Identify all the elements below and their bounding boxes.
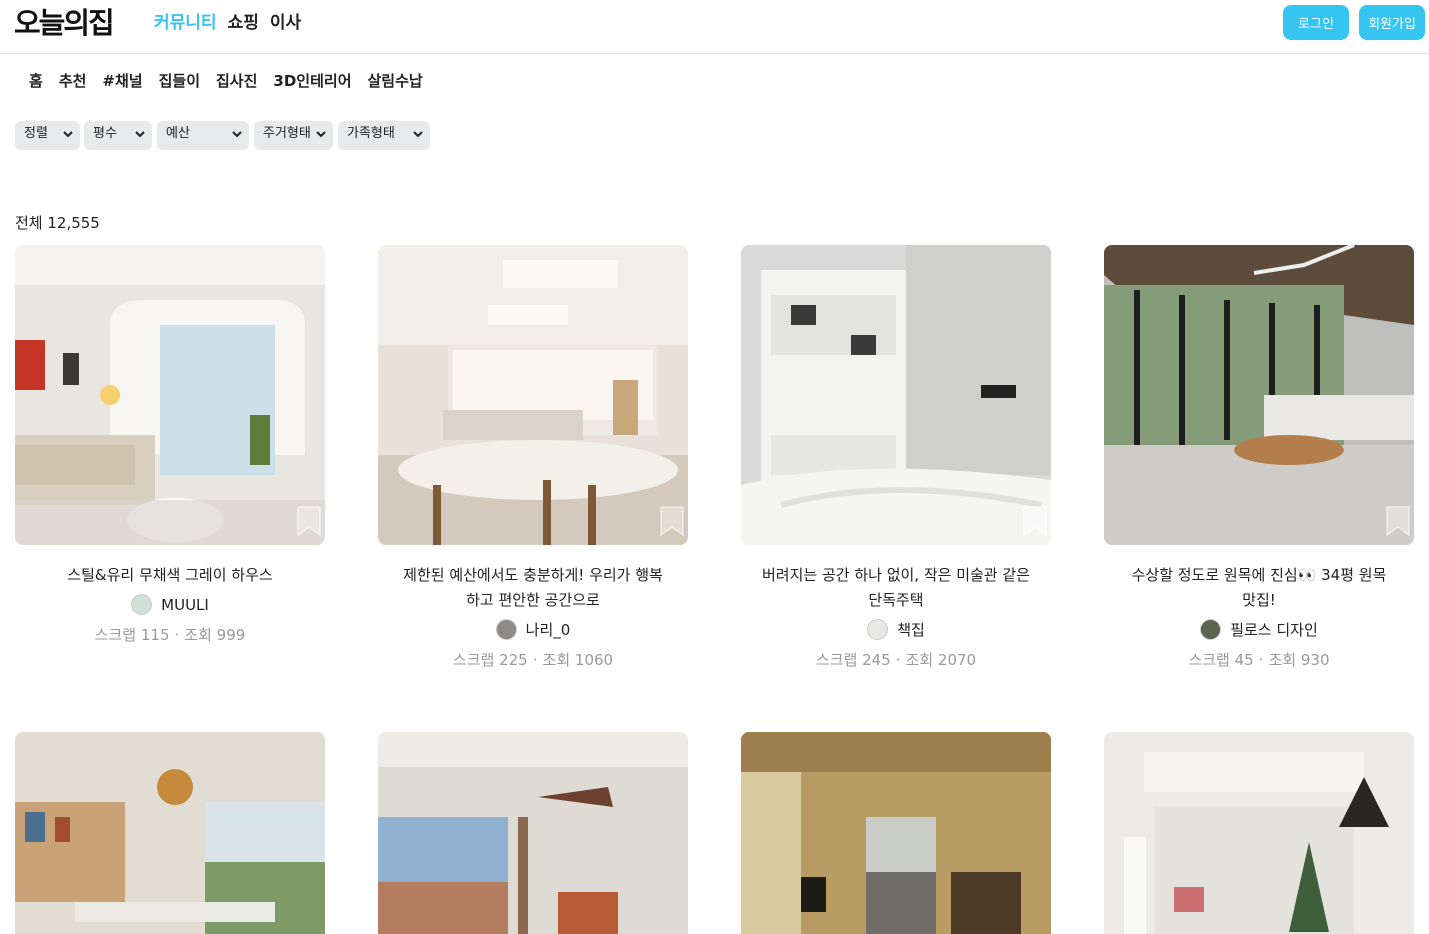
subnav-channel[interactable]: #채널 [102, 70, 142, 92]
avatar [131, 594, 153, 615]
interior-photo [378, 245, 688, 545]
view-count: 2070 [937, 651, 977, 669]
filter-label: 평수 [93, 126, 117, 141]
filter-label: 가족형태 [347, 126, 395, 141]
card-thumbnail[interactable] [378, 245, 688, 545]
interior-photo [741, 245, 1051, 545]
nav-shopping[interactable]: 쇼핑 [228, 11, 259, 35]
card-thumbnail[interactable] [1104, 245, 1414, 545]
scrap-label: 스크랩 [815, 651, 858, 669]
filter-family-type[interactable]: 가족형태 [338, 121, 430, 150]
interior-photo [741, 732, 1051, 934]
interior-photo [1104, 732, 1414, 934]
card-thumbnail[interactable] [378, 732, 688, 934]
interior-photo [15, 245, 325, 545]
total-count: 전체 12,555 [15, 214, 100, 232]
interior-photo [378, 732, 688, 934]
card-title[interactable]: 버려지는 공간 하나 없이, 작은 미술관 같은 단독주택 [741, 563, 1051, 613]
chevron-down-icon [135, 131, 145, 138]
main-nav: 커뮤니티 쇼핑 이사 [154, 11, 301, 35]
project-card[interactable]: 수상할 정도로 원목에 진심👀 34평 원목 맛집! 필로스 디자인 스크랩 4… [1104, 245, 1414, 670]
interior-photo [15, 732, 325, 934]
chevron-down-icon [232, 131, 242, 138]
project-card[interactable] [15, 732, 325, 934]
card-stats: 스크랩 115 · 조회 999 [94, 626, 246, 644]
project-card[interactable]: 스틸&유리 무채색 그레이 하우스 MUULI 스크랩 115 · 조회 999 [15, 245, 325, 645]
bookmark-icon[interactable] [296, 505, 322, 537]
subnav-recommend[interactable]: 추천 [59, 70, 87, 92]
scrap-count: 245 [862, 651, 891, 669]
card-title[interactable]: 스틸&유리 무채색 그레이 하우스 [15, 563, 325, 588]
filter-housing-type[interactable]: 주거형태 [254, 121, 333, 150]
view-count: 930 [1300, 651, 1330, 669]
project-card[interactable] [741, 732, 1051, 934]
card-thumbnail[interactable] [741, 732, 1051, 934]
card-stats: 스크랩 225 · 조회 1060 [452, 651, 614, 669]
nav-community[interactable]: 커뮤니티 [154, 11, 217, 35]
subnav-storage[interactable]: 살림수납 [368, 70, 423, 92]
scrap-count: 115 [140, 626, 170, 644]
signup-button[interactable]: 회원가입 [1359, 5, 1425, 40]
card-thumbnail[interactable] [15, 732, 325, 934]
sub-nav: 홈 추천 #채널 집들이 집사진 3D인테리어 살림수납 [29, 70, 423, 92]
view-label: 조회 [1268, 651, 1297, 669]
interior-photo [1104, 245, 1414, 545]
avatar [867, 619, 889, 640]
chevron-down-icon [413, 131, 423, 138]
project-card[interactable] [378, 732, 688, 934]
card-author[interactable]: 필로스 디자인 [1104, 619, 1414, 640]
scrap-label: 스크랩 [94, 626, 137, 644]
card-thumbnail[interactable] [741, 245, 1051, 545]
subnav-3d-interior[interactable]: 3D인테리어 [273, 70, 351, 92]
logo[interactable]: 오늘의집 [14, 4, 115, 42]
filter-budget[interactable]: 예산 [157, 121, 249, 150]
card-author[interactable]: MUULI [15, 594, 325, 615]
nav-moving[interactable]: 이사 [270, 11, 301, 35]
view-label: 조회 [905, 651, 934, 669]
author-name: MUULI [161, 595, 209, 614]
bookmark-icon[interactable] [1022, 505, 1048, 537]
bookmark-icon[interactable] [659, 505, 685, 537]
filter-size[interactable]: 평수 [84, 121, 152, 150]
author-name: 필로스 디자인 [1230, 621, 1318, 639]
scrap-label: 스크랩 [1188, 651, 1230, 669]
top-header: 오늘의집 커뮤니티 쇼핑 이사 로그인 회원가입 [0, 0, 1429, 54]
author-name: 책집 [897, 621, 925, 639]
filter-sort[interactable]: 정렬 [15, 121, 80, 150]
card-author[interactable]: 나리_0 [378, 619, 688, 640]
bookmark-icon[interactable] [1385, 505, 1411, 537]
project-card[interactable]: 제한된 예산에서도 충분하게! 우리가 행복하고 편안한 공간으로 나리_0 스… [378, 245, 688, 670]
project-card[interactable]: 버려지는 공간 하나 없이, 작은 미술관 같은 단독주택 책집 스크랩 245… [741, 245, 1051, 670]
project-card[interactable] [1104, 732, 1414, 934]
scrap-count: 45 [1234, 651, 1254, 669]
author-name: 나리_0 [525, 621, 571, 639]
filter-label: 예산 [166, 126, 190, 141]
chevron-down-icon [316, 131, 326, 138]
view-label: 조회 [542, 651, 571, 669]
view-count: 999 [216, 626, 246, 644]
view-label: 조회 [184, 626, 212, 644]
card-thumbnail[interactable] [1104, 732, 1414, 934]
avatar [495, 619, 517, 640]
view-count: 1060 [574, 651, 614, 669]
scrap-label: 스크랩 [452, 651, 495, 669]
card-thumbnail[interactable] [15, 245, 325, 545]
card-stats: 스크랩 245 · 조회 2070 [815, 651, 977, 669]
card-stats: 스크랩 45 · 조회 930 [1188, 651, 1330, 669]
subnav-home[interactable]: 홈 [29, 70, 43, 92]
card-title[interactable]: 수상할 정도로 원목에 진심👀 34평 원목 맛집! [1104, 563, 1414, 613]
login-button[interactable]: 로그인 [1283, 5, 1349, 40]
filter-label: 주거형태 [263, 126, 311, 141]
avatar [1200, 619, 1222, 640]
chevron-down-icon [63, 131, 73, 138]
scrap-count: 225 [499, 651, 528, 669]
filter-label: 정렬 [24, 126, 48, 141]
subnav-housewarming[interactable]: 집들이 [159, 70, 200, 92]
card-title[interactable]: 제한된 예산에서도 충분하게! 우리가 행복하고 편안한 공간으로 [378, 563, 688, 613]
card-author[interactable]: 책집 [741, 619, 1051, 640]
subnav-photos[interactable]: 집사진 [216, 70, 257, 92]
